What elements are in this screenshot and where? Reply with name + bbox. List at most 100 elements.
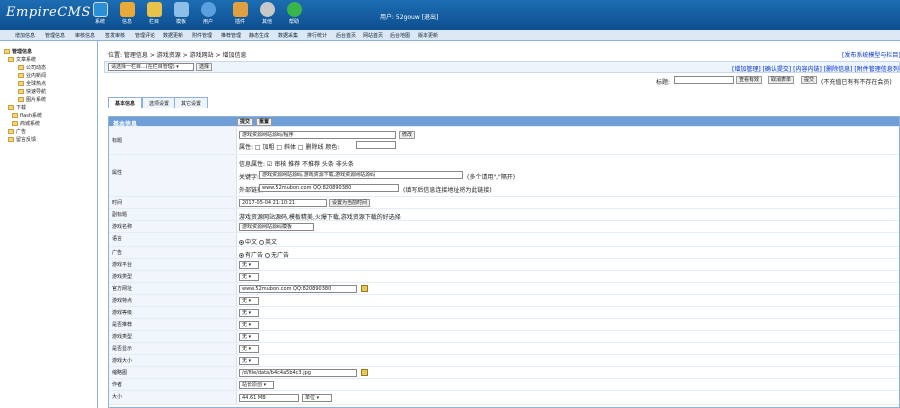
- title-modify-button[interactable]: 修改: [399, 131, 416, 139]
- top-header: EmpireCMS 系统 信息 栏目 模板 用户 插件 其他 帮助 用户: 52…: [0, 0, 900, 30]
- column-select[interactable]: 请选择一栏目...(在栏目管理) ▾: [108, 63, 194, 71]
- row-r6: 游戏大小 无 ▾: [109, 355, 899, 367]
- menu-item[interactable]: 数据采集: [278, 32, 298, 39]
- row-label: 游戏等级: [109, 307, 237, 318]
- keyword-label: 关键字:: [239, 174, 260, 181]
- row-label: 大小: [109, 391, 237, 404]
- folder-icon: [8, 129, 14, 134]
- folder-icon: [12, 121, 18, 126]
- r5-select[interactable]: 无 ▾: [239, 345, 259, 353]
- r4-select[interactable]: 无 ▾: [239, 333, 259, 341]
- menu-item[interactable]: 推荐管理: [221, 32, 241, 39]
- header-reset-button[interactable]: 重置: [256, 118, 273, 126]
- choose-file-icon[interactable]: [361, 285, 368, 292]
- submit-top-button[interactable]: 提交: [801, 76, 818, 84]
- size-input[interactable]: 44.61 MB: [239, 394, 299, 402]
- folder-icon: [18, 81, 24, 86]
- language-radios[interactable]: 中文 英文: [239, 237, 277, 246]
- folder-icon: [18, 89, 24, 94]
- menu-item[interactable]: 增加信息: [15, 32, 35, 39]
- row-label: 作者: [109, 379, 237, 390]
- row-label: 官方网址: [109, 283, 237, 294]
- title-search-label: 标题:: [656, 79, 671, 86]
- breadcrumb: 位置: 管理信息 > 游戏资源 > 游戏网站 > 增加信息: [108, 52, 247, 59]
- column-icon[interactable]: 栏目: [143, 2, 165, 25]
- plugin-icon[interactable]: 插件: [229, 2, 251, 25]
- menu-item[interactable]: 签发审核: [105, 32, 125, 39]
- time-input[interactable]: 2017-05-04 21:10:21: [239, 199, 327, 207]
- tab-options[interactable]: 选项设置: [142, 97, 177, 108]
- row-title: 标题 游戏资源网站源码/程序 修改 属性: □ 加粗 □ 斜体 □ 删除线 颜色…: [109, 127, 899, 155]
- tree-item[interactable]: 公司动态: [18, 64, 46, 71]
- tree-item[interactable]: 广告: [8, 128, 26, 135]
- menu-item[interactable]: 版本更新: [418, 32, 438, 39]
- user-icon[interactable]: 用户: [197, 2, 219, 25]
- r3-select[interactable]: 无 ▾: [239, 321, 259, 329]
- keyword-input[interactable]: 游戏资源网站源码,游戏资源下载,游戏资源网站源码: [259, 171, 463, 179]
- menu-item[interactable]: 后台地图: [390, 32, 410, 39]
- folder-icon: [18, 65, 24, 70]
- info-icon[interactable]: 信息: [116, 2, 138, 25]
- category-select[interactable]: 无 ▾: [239, 273, 259, 281]
- select-button[interactable]: 选择: [196, 63, 213, 71]
- menu-item[interactable]: 静态生成: [249, 32, 269, 39]
- tree-item[interactable]: 业内新闻: [18, 72, 46, 79]
- menu-item[interactable]: 附件管理: [192, 32, 212, 39]
- tree-item[interactable]: 全球热点: [18, 80, 46, 87]
- title-search-input[interactable]: [674, 76, 734, 84]
- official-url-input[interactable]: www.52mubon.com QQ:820890380: [239, 285, 357, 293]
- row-label: 时间: [109, 197, 237, 208]
- tree-item[interactable]: flash系统: [12, 112, 42, 119]
- row-category: 游戏类型 无 ▾: [109, 271, 899, 283]
- menu-item[interactable]: 审核信息: [75, 32, 95, 39]
- folder-icon: [18, 97, 24, 102]
- other-icon[interactable]: 其他: [256, 2, 278, 25]
- system-icon[interactable]: 系统: [89, 2, 111, 25]
- template-icon[interactable]: 模板: [170, 2, 192, 25]
- tree-item[interactable]: 图片系统: [18, 96, 46, 103]
- game-name-input[interactable]: 游戏资源网站源码模板: [239, 223, 314, 231]
- menu-item[interactable]: 管理信息: [45, 32, 65, 39]
- menu-item[interactable]: 网站首页: [363, 32, 383, 39]
- r1-select[interactable]: 无 ▾: [239, 297, 259, 305]
- author-select[interactable]: 站长原创 ▾: [239, 381, 274, 389]
- tree-item[interactable]: 文章系统: [8, 56, 36, 63]
- tab-basic[interactable]: 基本信息: [108, 97, 143, 108]
- r6-select[interactable]: 无 ▾: [239, 357, 259, 365]
- tree-root[interactable]: 管理信息: [4, 48, 32, 55]
- toolbar-note: (不充值已有有不存在会员): [821, 79, 892, 86]
- sort-button[interactable]: 取消表单: [768, 76, 795, 84]
- ad-radios[interactable]: 有广告 无广告: [239, 250, 289, 259]
- tab-other[interactable]: 其它设置: [174, 97, 209, 108]
- color-input[interactable]: [356, 141, 396, 149]
- tree-item[interactable]: 快速导航: [18, 88, 46, 95]
- external-link-input[interactable]: www.52mubon.com QQ:820890380: [259, 184, 399, 192]
- row-subtitle: 副标题 游戏资源网站源码,模板精美,火爆下载,游戏资源下载的好选择: [109, 209, 899, 221]
- menu-item[interactable]: 排行统计: [307, 32, 327, 39]
- r2-select[interactable]: 无 ▾: [239, 309, 259, 317]
- menu-item[interactable]: 数据更新: [163, 32, 183, 39]
- platform-select[interactable]: 无 ▾: [239, 261, 259, 269]
- title-input[interactable]: 游戏资源网站源码/程序: [239, 131, 396, 139]
- row-r3: 是否推荐 无 ▾: [109, 319, 899, 331]
- choose-image-icon[interactable]: [361, 369, 368, 376]
- help-icon[interactable]: 帮助: [283, 2, 305, 25]
- row-property: 属性 信息属性: ☑ 审核 推荐 不推荐 头条 非头条 关键字: 游戏资源网站源…: [109, 155, 899, 197]
- set-current-time-button[interactable]: 设置为当前时间: [329, 199, 371, 207]
- tree-item[interactable]: 下载: [8, 104, 26, 111]
- tree-item[interactable]: 商城系统: [12, 120, 40, 127]
- search-button[interactable]: 查看有效: [736, 76, 763, 84]
- size-unit-select[interactable]: 单位 ▾: [302, 394, 332, 402]
- user-status[interactable]: 用户: 52gouw [退出]: [380, 12, 438, 21]
- row-size: 大小 44.61 MB 单位 ▾: [109, 391, 899, 405]
- menu-item[interactable]: 管理评论: [135, 32, 155, 39]
- menu-item[interactable]: 后台首页: [336, 32, 356, 39]
- subtitle-value: 游戏资源网站源码,模板精美,火爆下载,游戏资源下载的好选择: [239, 214, 401, 221]
- tree-item[interactable]: 留言反馈: [8, 136, 36, 143]
- toolbar-right-links[interactable]: [增加管理] [确认提交] [内容内链] [删除信息] [附件管理信息列表]: [732, 64, 900, 73]
- main-content: 位置: 管理信息 > 游戏资源 > 游戏网站 > 增加信息 [发布系统模型与栏目…: [104, 41, 900, 408]
- header-submit-button[interactable]: 提交: [237, 118, 254, 126]
- thumbnail-input[interactable]: /d/file/data/b4c4a5b4c3.jpg: [239, 369, 357, 377]
- form-header: 基本信息 提交 重置: [109, 117, 899, 128]
- top-right-link[interactable]: [发布系统模型与栏目]: [842, 50, 900, 59]
